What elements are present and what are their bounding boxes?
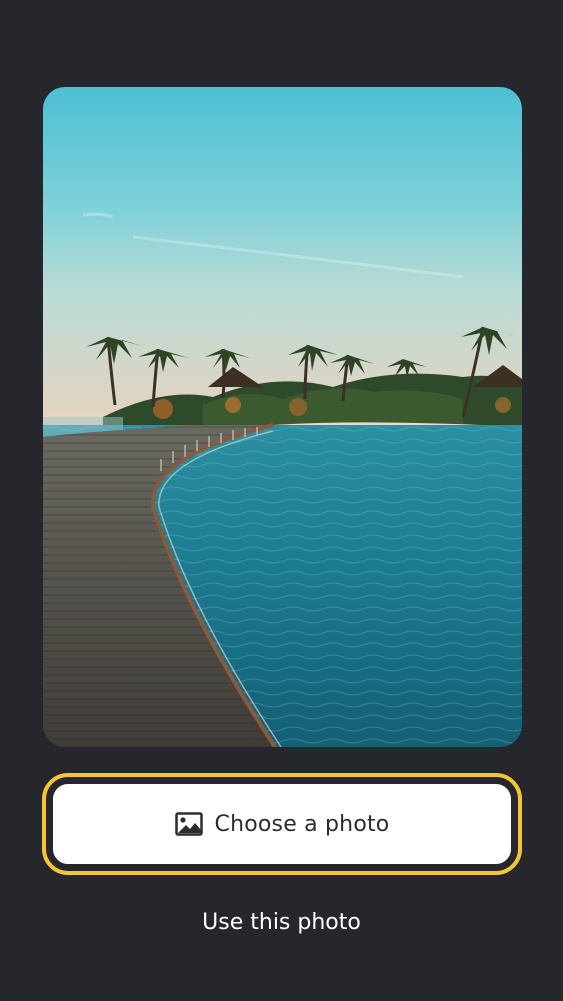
choose-photo-focus-ring: Choose a photo bbox=[42, 773, 522, 875]
choose-photo-button[interactable]: Choose a photo bbox=[50, 781, 514, 867]
photo-preview bbox=[43, 87, 522, 747]
use-this-photo-button[interactable]: Use this photo bbox=[0, 910, 563, 935]
choose-photo-label: Choose a photo bbox=[214, 811, 390, 837]
beach-boardwalk-photo bbox=[43, 87, 522, 747]
image-icon bbox=[174, 812, 203, 836]
